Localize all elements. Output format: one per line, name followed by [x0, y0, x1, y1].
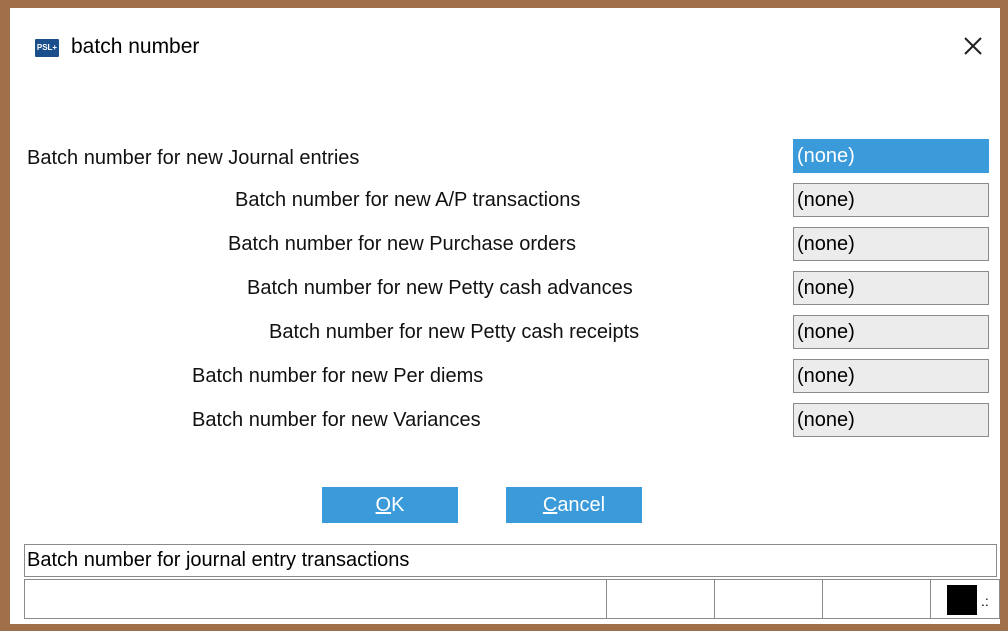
petty-cash-advances-field[interactable]: (none): [793, 271, 989, 305]
cancel-mnemonic: C: [542, 494, 558, 516]
field-hint-text: Batch number for journal entry transacti…: [24, 544, 997, 577]
cancel-label-rest: ancel: [557, 494, 606, 516]
ok-button[interactable]: OK: [322, 487, 458, 523]
purchase-orders-label: Batch number for new Purchase orders: [228, 233, 576, 255]
close-button[interactable]: [957, 30, 989, 62]
resize-grip-icon[interactable]: .:: [981, 594, 989, 608]
status-segment: [823, 580, 931, 618]
app-logo-icon: PSL+: [35, 39, 59, 57]
per-diems-field[interactable]: (none): [793, 359, 989, 393]
petty-cash-advances-label: Batch number for new Petty cash advances: [247, 277, 633, 299]
variances-label: Batch number for new Variances: [192, 409, 481, 431]
petty-cash-receipts-label: Batch number for new Petty cash receipts: [269, 321, 640, 343]
close-icon: [964, 37, 982, 55]
per-diems-label: Batch number for new Per diems: [192, 365, 484, 387]
ap-transactions-field[interactable]: (none): [793, 183, 989, 217]
ok-label-rest: K: [391, 494, 405, 516]
status-segment: [607, 580, 715, 618]
status-segment: [25, 580, 607, 618]
ok-mnemonic: O: [375, 494, 392, 516]
window-title: batch number: [71, 35, 200, 58]
cancel-button[interactable]: Cancel: [506, 487, 642, 523]
purchase-orders-field[interactable]: (none): [793, 227, 989, 261]
status-segment: [715, 580, 823, 618]
variances-field[interactable]: (none): [793, 403, 989, 437]
status-bar: .:: [24, 579, 1000, 619]
ap-transactions-label: Batch number for new A/P transactions: [235, 189, 581, 211]
batch-number-dialog: PSL+ batch number Batch number for new J…: [10, 8, 1000, 624]
petty-cash-receipts-field[interactable]: (none): [793, 315, 989, 349]
title-bar: PSL+ batch number: [10, 8, 1000, 86]
status-indicator: [947, 585, 977, 615]
journal-entries-field[interactable]: (none): [793, 139, 989, 173]
journal-entries-label: Batch number for new Journal entries: [27, 147, 360, 169]
